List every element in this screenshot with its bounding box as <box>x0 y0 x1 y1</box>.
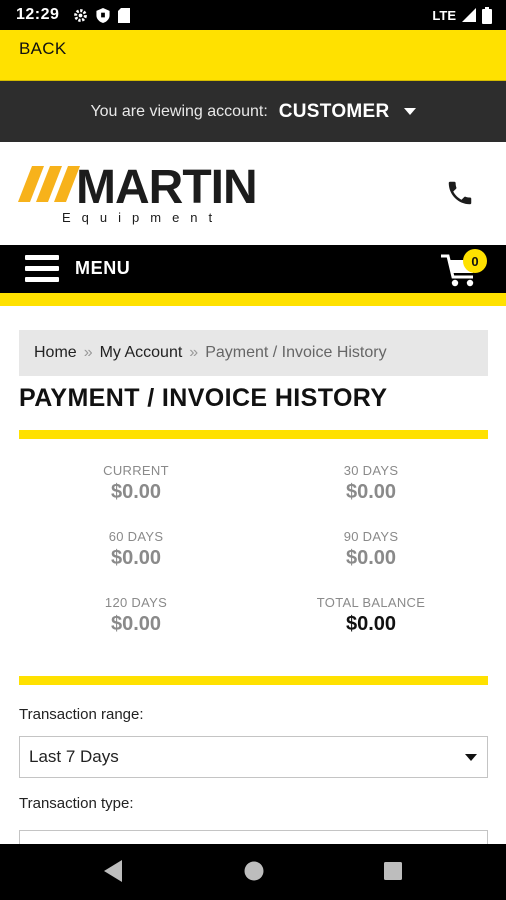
svg-text:Equipment: Equipment <box>62 210 223 225</box>
balance-value: $0.00 <box>110 481 162 503</box>
balance-current: CURRENT $0.00 <box>36 463 236 504</box>
back-link[interactable]: BACK <box>19 39 67 59</box>
balance-label: 90 DAYS <box>343 529 399 544</box>
nav-bar: MENU <box>0 245 506 293</box>
page-title: PAYMENT / INVOICE HISTORY <box>19 384 388 412</box>
status-right: LTE <box>432 0 492 30</box>
balance-value: $0.00 <box>110 613 162 635</box>
balance-30-days: 30 DAYS $0.00 <box>271 463 471 504</box>
balance-120-days: 120 DAYS $0.00 <box>36 595 236 636</box>
transaction-range-value: Last 7 Days <box>29 747 119 766</box>
title-divider <box>19 430 488 439</box>
balance-total: TOTAL BALANCE $0.00 <box>271 595 471 636</box>
sd-card-icon <box>118 7 131 23</box>
account-bar[interactable]: You are viewing account: CUSTOMER <box>0 81 506 142</box>
shield-icon <box>96 7 110 23</box>
balance-label: 60 DAYS <box>108 529 164 544</box>
breadcrumb-home[interactable]: Home <box>34 344 77 362</box>
battery-icon <box>482 6 492 24</box>
balances-divider <box>19 676 488 685</box>
hamburger-menu-icon[interactable] <box>25 255 59 283</box>
status-bar: 12:29 LTE <box>0 0 506 30</box>
account-label: You are viewing account: <box>90 102 268 120</box>
home-circle-icon[interactable] <box>243 860 265 882</box>
balance-label: CURRENT <box>103 463 169 478</box>
status-time: 12:29 <box>16 6 60 23</box>
breadcrumb-current: Payment / Invoice History <box>205 344 387 361</box>
phone-icon[interactable] <box>445 178 475 208</box>
breadcrumb: Home » My Account » Payment / Invoice Hi… <box>19 330 488 376</box>
balance-value: $0.00 <box>345 547 397 569</box>
network-type: LTE <box>432 7 456 23</box>
breadcrumb-separator: » <box>189 344 199 361</box>
transaction-type-label: Transaction type: <box>19 795 134 812</box>
breadcrumb-separator: » <box>83 344 93 361</box>
menu-label[interactable]: MENU <box>75 258 130 279</box>
back-triangle-icon[interactable] <box>102 858 124 884</box>
balance-value: $0.00 <box>345 481 397 503</box>
transaction-range-label: Transaction range: <box>19 706 144 723</box>
cart-count-badge: 0 <box>463 249 487 273</box>
back-bar: BACK <box>0 30 506 81</box>
svg-text:MARTIN: MARTIN <box>76 161 257 214</box>
recents-square-icon[interactable] <box>383 861 403 881</box>
martin-equipment-logo[interactable]: MARTIN Equipment <box>18 156 303 226</box>
balance-value: $0.00 <box>345 613 397 635</box>
balance-label: 30 DAYS <box>343 463 399 478</box>
balance-90-days: 90 DAYS $0.00 <box>271 529 471 570</box>
balance-label: 120 DAYS <box>104 595 168 610</box>
balance-label: TOTAL BALANCE <box>316 595 426 610</box>
settings-gear-icon <box>74 8 88 22</box>
signal-icon <box>462 8 476 22</box>
svg-text:0: 0 <box>471 254 478 269</box>
nav-accent-strip <box>0 293 506 306</box>
breadcrumb-my-account[interactable]: My Account <box>100 344 183 362</box>
status-icons <box>73 7 131 23</box>
system-nav-bar <box>0 844 506 900</box>
chevron-down-icon[interactable] <box>403 108 416 115</box>
caret-down-icon <box>465 754 477 761</box>
account-name[interactable]: CUSTOMER <box>279 101 390 123</box>
header-logo-area: MARTIN Equipment <box>0 142 506 245</box>
balance-value: $0.00 <box>110 547 162 569</box>
balance-60-days: 60 DAYS $0.00 <box>36 529 236 570</box>
transaction-range-select[interactable]: Last 7 Days <box>19 736 488 778</box>
